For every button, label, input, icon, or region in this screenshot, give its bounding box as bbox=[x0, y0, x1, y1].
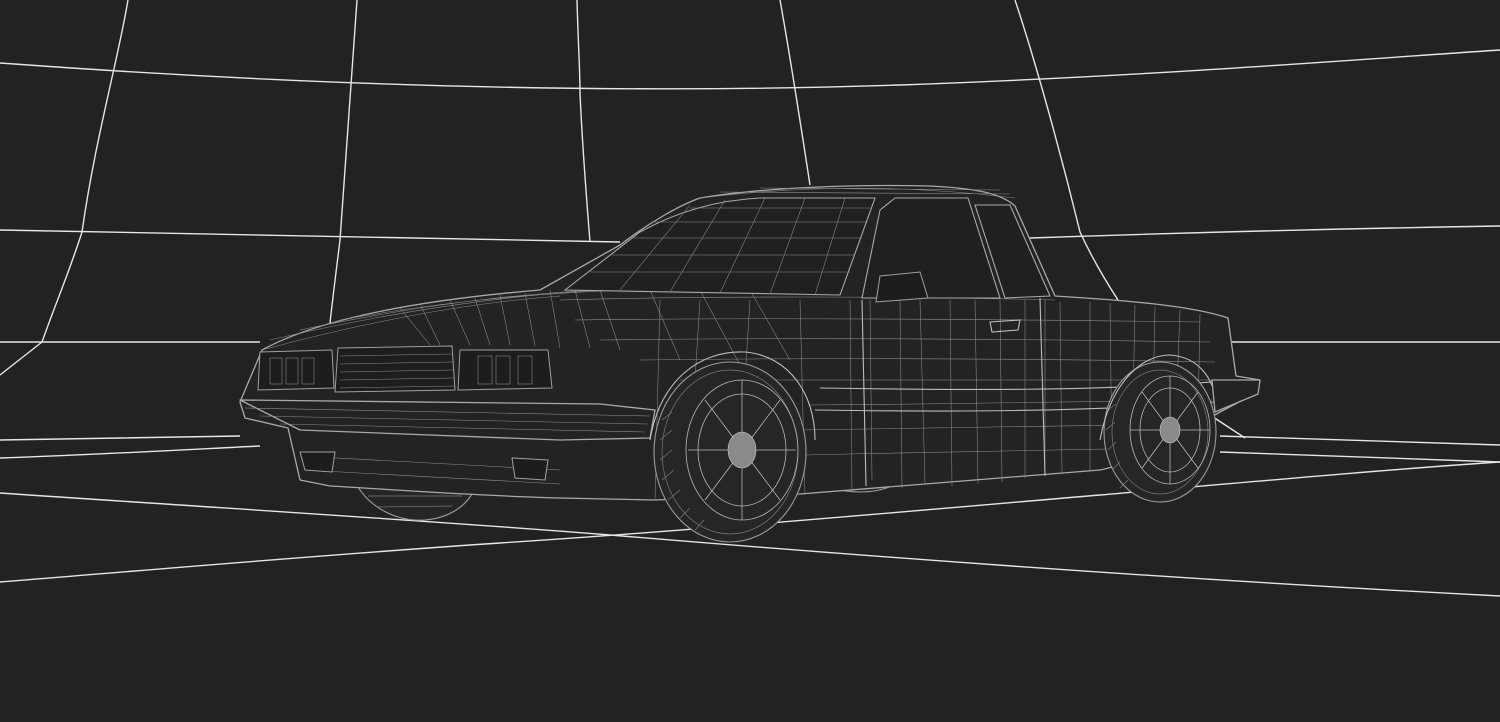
side-mirror bbox=[875, 271, 929, 303]
wireframe-scene bbox=[0, 0, 1500, 722]
front-grille bbox=[334, 345, 456, 393]
left-fog-light bbox=[299, 451, 336, 473]
front-right-wheel bbox=[653, 361, 807, 543]
wireframe-viewport bbox=[0, 0, 1500, 722]
rear-right-wheel bbox=[1103, 361, 1217, 503]
right-fog-light bbox=[511, 457, 549, 481]
left-headlight bbox=[257, 349, 335, 391]
right-headlight bbox=[457, 349, 553, 391]
